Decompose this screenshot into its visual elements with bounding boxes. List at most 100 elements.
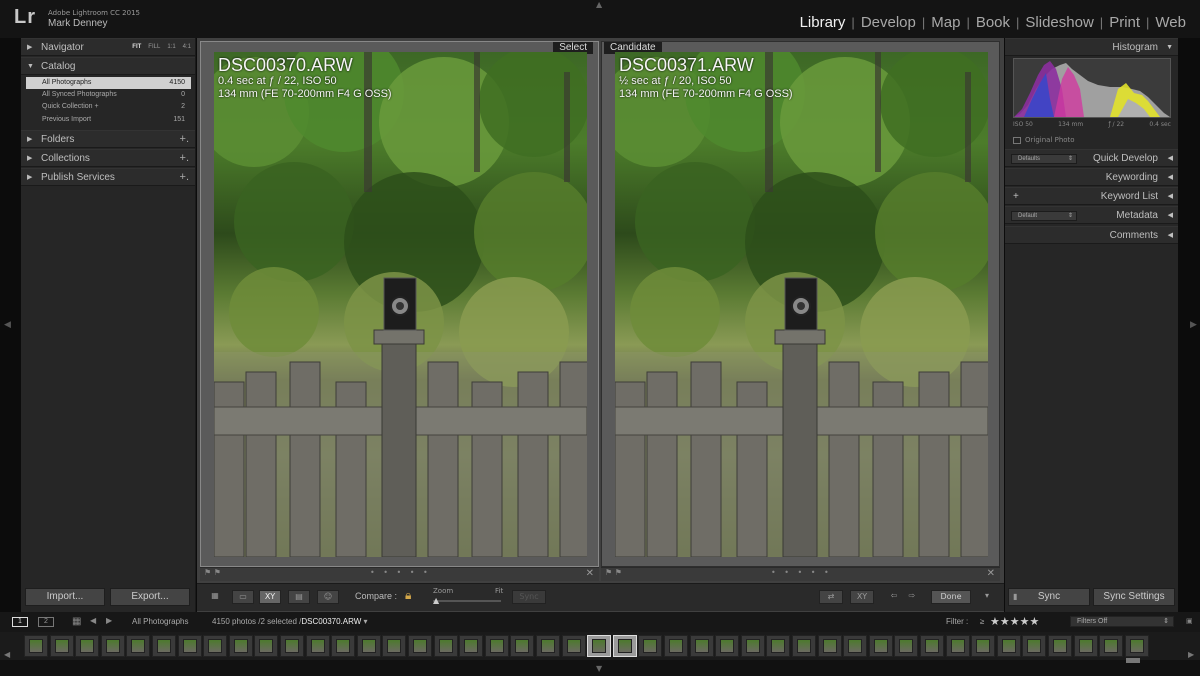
filmstrip-thumbnail[interactable] — [510, 635, 534, 657]
filmstrip-thumbnail[interactable] — [50, 635, 74, 657]
catalog-item-all-synced[interactable]: All Synced Photographs 0 — [26, 89, 191, 101]
sync-switch-icon[interactable]: ▮ — [1013, 589, 1017, 605]
filmstrip-thumbnail[interactable] — [613, 635, 637, 657]
zoom-slider-knob[interactable]: ▲ — [433, 596, 439, 605]
catalog-header[interactable]: ▼ Catalog — [21, 57, 195, 75]
add-publish-service-button[interactable]: +. — [180, 169, 189, 186]
filmstrip-thumbnail[interactable] — [331, 635, 355, 657]
filmstrip-thumbnail[interactable] — [126, 635, 150, 657]
filmstrip-thumbnail[interactable] — [715, 635, 739, 657]
flag-icons[interactable]: ⚑ ⚑ — [204, 568, 221, 577]
filmstrip-thumbnail[interactable] — [971, 635, 995, 657]
zoom-fit-option[interactable]: FIT — [132, 39, 141, 56]
metadata-preset-select[interactable]: Default ⇕ — [1011, 211, 1077, 221]
select-photo[interactable]: DSC00370.ARW 0.4 sec at ƒ / 22, ISO 50 1… — [214, 52, 587, 557]
histogram-graph[interactable] — [1013, 58, 1171, 118]
original-photo-checkbox[interactable]: Original Photo — [1013, 136, 1075, 144]
filmstrip-thumbnail[interactable] — [382, 635, 406, 657]
filmstrip-thumbnail[interactable] — [818, 635, 842, 657]
panel-toggle-top-icon[interactable]: ▲ — [596, 0, 602, 9]
loupe-view-icon[interactable]: ▭ — [232, 590, 254, 604]
filmstrip-thumbnail[interactable] — [587, 635, 611, 657]
next-arrow-icon[interactable]: ⇨ — [905, 590, 919, 604]
filmstrip-thumbnail[interactable] — [869, 635, 893, 657]
sync-settings-button[interactable]: Sync Settings — [1093, 588, 1175, 606]
people-view-icon[interactable]: ☺ — [317, 590, 339, 604]
left-panel-toggle-icon[interactable]: ◀ — [4, 320, 11, 330]
filmstrip-thumbnail[interactable] — [894, 635, 918, 657]
filmstrip-thumbnail[interactable] — [843, 635, 867, 657]
candidate-photo-panel[interactable]: Candidate DSC00371.ARW ½ sec at ƒ / 20, … — [601, 41, 1000, 567]
module-book[interactable]: Book — [970, 14, 1016, 31]
publish-services-header[interactable]: ▶ Publish Services +. — [21, 168, 195, 186]
filmstrip-thumbnail[interactable] — [997, 635, 1021, 657]
lock-icon[interactable]: 🔒︎ — [405, 588, 411, 603]
previous-arrow-icon[interactable]: ⇦ — [887, 590, 901, 604]
module-slideshow[interactable]: Slideshow — [1019, 14, 1099, 31]
rating-dots[interactable]: • • • • • — [370, 568, 431, 577]
add-keyword-button[interactable]: + — [1013, 188, 1019, 205]
grid-icon[interactable]: ▦ — [72, 616, 81, 627]
export-button[interactable]: Export... — [110, 588, 190, 606]
checkbox-icon[interactable] — [1013, 136, 1021, 144]
filmstrip-thumbnail[interactable] — [254, 635, 278, 657]
filmstrip-thumbnail[interactable] — [1048, 635, 1072, 657]
panel-toggle-bottom-icon[interactable]: ▼ — [596, 664, 602, 673]
filmstrip-thumbnail[interactable] — [664, 635, 688, 657]
module-map[interactable]: Map — [925, 14, 966, 31]
close-icon[interactable]: ✕ — [586, 568, 594, 579]
main-window-button[interactable]: 1 — [12, 617, 28, 627]
filmstrip-thumbnail[interactable] — [920, 635, 944, 657]
filmstrip-thumbnail[interactable] — [638, 635, 662, 657]
filmstrip-thumbnail[interactable] — [1074, 635, 1098, 657]
filmstrip-thumbnail[interactable] — [485, 635, 509, 657]
module-print[interactable]: Print — [1103, 14, 1146, 31]
filmstrip-thumbnail[interactable] — [459, 635, 483, 657]
catalog-item-all-photographs[interactable]: All Photographs 4150 — [26, 77, 191, 89]
filmstrip-thumbnail[interactable] — [792, 635, 816, 657]
back-arrow-icon[interactable]: ◀ — [90, 616, 96, 625]
filmstrip-collapse-icon[interactable]: ▣ — [1186, 617, 1193, 625]
filter-preset-select[interactable]: Filters Off ⇕ — [1070, 616, 1174, 627]
zoom-slider[interactable] — [433, 600, 501, 602]
module-develop[interactable]: Develop — [855, 14, 922, 31]
filmstrip-thumbnail[interactable] — [203, 635, 227, 657]
rating-operator[interactable]: ≥ — [980, 617, 984, 626]
comments-header[interactable]: Comments ◀ — [1005, 226, 1178, 244]
filmstrip-thumbnail[interactable] — [24, 635, 48, 657]
add-collection-button[interactable]: +. — [180, 150, 189, 167]
zoom-4-1-option[interactable]: 4:1 — [183, 39, 191, 56]
filmstrip-thumbnail[interactable] — [1099, 635, 1123, 657]
quick-develop-header[interactable]: Defaults ⇕ Quick Develop ◀ — [1005, 149, 1178, 167]
done-button[interactable]: Done — [931, 590, 971, 604]
catalog-item-quick-collection[interactable]: Quick Collection + 2 — [26, 101, 191, 113]
flag-icons[interactable]: ⚑ ⚑ — [605, 568, 622, 577]
forward-arrow-icon[interactable]: ▶ — [106, 616, 112, 625]
current-filename[interactable]: DSC00370.ARW — [301, 617, 361, 626]
filmstrip-thumbnail[interactable] — [562, 635, 586, 657]
filmstrip-thumbnail[interactable] — [741, 635, 765, 657]
filmstrip-thumbnail[interactable] — [178, 635, 202, 657]
metadata-header[interactable]: Default ⇕ Metadata ◀ — [1005, 206, 1178, 224]
filmstrip-thumbnail[interactable] — [357, 635, 381, 657]
module-library[interactable]: Library — [794, 14, 852, 31]
sync-button[interactable]: ▮ Sync — [1008, 588, 1090, 606]
filmstrip-thumbnail[interactable] — [152, 635, 176, 657]
filmstrip-scroll-thumb[interactable] — [1126, 658, 1140, 663]
second-window-button[interactable]: 2 — [38, 617, 54, 627]
filmstrip-thumbnail[interactable] — [408, 635, 432, 657]
filmstrip-thumbnail[interactable] — [229, 635, 253, 657]
filmstrip-thumbnail[interactable] — [536, 635, 560, 657]
collections-header[interactable]: ▶ Collections +. — [21, 149, 195, 167]
candidate-photo[interactable]: DSC00371.ARW ½ sec at ƒ / 20, ISO 50 134… — [615, 52, 988, 557]
select-photo-panel[interactable]: Select DSC00370.ARW 0.4 sec at ƒ / 22, I… — [200, 41, 599, 567]
navigator-header[interactable]: ▶ Navigator FIT FILL 1:1 4:1 — [21, 38, 195, 56]
grid-view-icon[interactable]: ▦ — [204, 590, 226, 604]
filmstrip-thumbnail[interactable] — [946, 635, 970, 657]
filmstrip-thumbnail[interactable] — [690, 635, 714, 657]
swap-icon[interactable]: ⇄ — [819, 590, 843, 604]
folders-header[interactable]: ▶ Folders +. — [21, 130, 195, 148]
close-icon[interactable]: ✕ — [987, 568, 995, 579]
filmstrip-thumbnail[interactable] — [75, 635, 99, 657]
dropdown-arrow-icon[interactable]: ▾ — [364, 617, 368, 626]
